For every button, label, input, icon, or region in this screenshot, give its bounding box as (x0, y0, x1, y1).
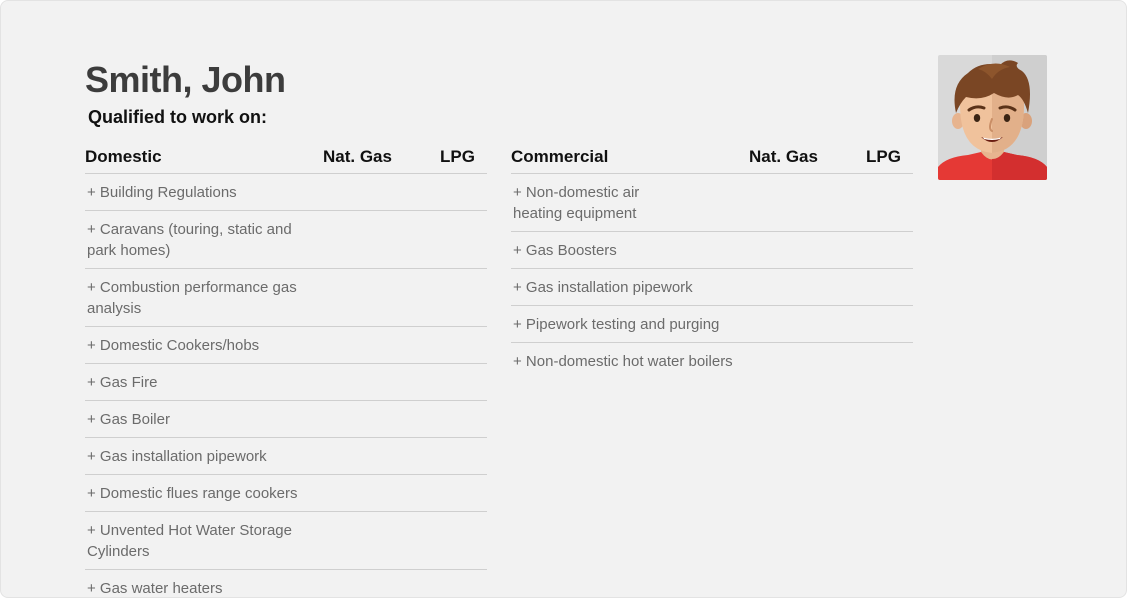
qualification-label: + Unvented Hot Water Storage Cylinders (87, 522, 292, 560)
profile-name: Smith, John (85, 59, 286, 100)
table-row[interactable]: + Non-domestic air heating equipment (511, 174, 913, 232)
qualification-label: + Gas installation pipework (87, 448, 267, 465)
table-row[interactable]: + Gas Fire (85, 364, 487, 401)
table-row[interactable]: + Domestic Cookers/hobs (85, 327, 487, 364)
domestic-table: Domestic Nat. Gas LPG + Building Regulat… (85, 145, 487, 606)
qualified-heading: Qualified to work on: (88, 107, 267, 127)
table-row[interactable]: + Gas installation pipework (85, 438, 487, 475)
profile-card: Smith, John Qualified to work on: Domest… (0, 0, 1127, 598)
table-row[interactable]: + Combustion performance gas analysis (85, 269, 487, 327)
avatar-icon (938, 55, 1047, 180)
qualification-label: + Combustion performance gas analysis (87, 279, 297, 317)
nat-gas-column-header: Nat. Gas (323, 147, 392, 166)
table-row[interactable]: + Building Regulations (85, 174, 487, 211)
domestic-column-header: Domestic (85, 147, 162, 166)
table-row[interactable]: + Gas Boiler (85, 401, 487, 438)
avatar (938, 55, 1047, 180)
nat-gas-column-header: Nat. Gas (749, 147, 818, 166)
commercial-column-header: Commercial (511, 147, 609, 166)
qualification-label: + Gas Boiler (87, 411, 170, 428)
qualification-label: + Gas Boosters (513, 242, 617, 259)
qualification-label: + Non-domestic air heating equipment (513, 184, 640, 222)
qualification-label: + Domestic flues range cookers (87, 485, 298, 502)
table-row[interactable]: + Domestic flues range cookers (85, 475, 487, 512)
domestic-table-header: Domestic Nat. Gas LPG (85, 145, 487, 174)
table-row[interactable]: + Non-domestic hot water boilers (511, 343, 913, 379)
qualification-label: + Pipework testing and purging (513, 316, 720, 333)
table-row[interactable]: + Gas water heaters (85, 570, 487, 606)
lpg-column-header: LPG (440, 147, 475, 166)
qualification-label: + Gas water heaters (87, 580, 223, 597)
commercial-table-header: Commercial Nat. Gas LPG (511, 145, 913, 174)
commercial-table: Commercial Nat. Gas LPG + Non-domestic a… (511, 145, 913, 379)
qualification-label: + Non-domestic hot water boilers (513, 353, 733, 370)
table-row[interactable]: + Pipework testing and purging (511, 306, 913, 343)
qualification-label: + Building Regulations (87, 184, 237, 201)
table-row[interactable]: + Caravans (touring, static and park hom… (85, 211, 487, 269)
table-row[interactable]: + Gas Boosters (511, 232, 913, 269)
table-row[interactable]: + Gas installation pipework (511, 269, 913, 306)
lpg-column-header: LPG (866, 147, 901, 166)
table-row[interactable]: + Unvented Hot Water Storage Cylinders (85, 512, 487, 570)
qualification-label: + Caravans (touring, static and park hom… (87, 221, 292, 259)
qualification-label: + Gas installation pipework (513, 279, 693, 296)
qualification-label: + Domestic Cookers/hobs (87, 337, 260, 354)
qualification-label: + Gas Fire (87, 374, 158, 391)
